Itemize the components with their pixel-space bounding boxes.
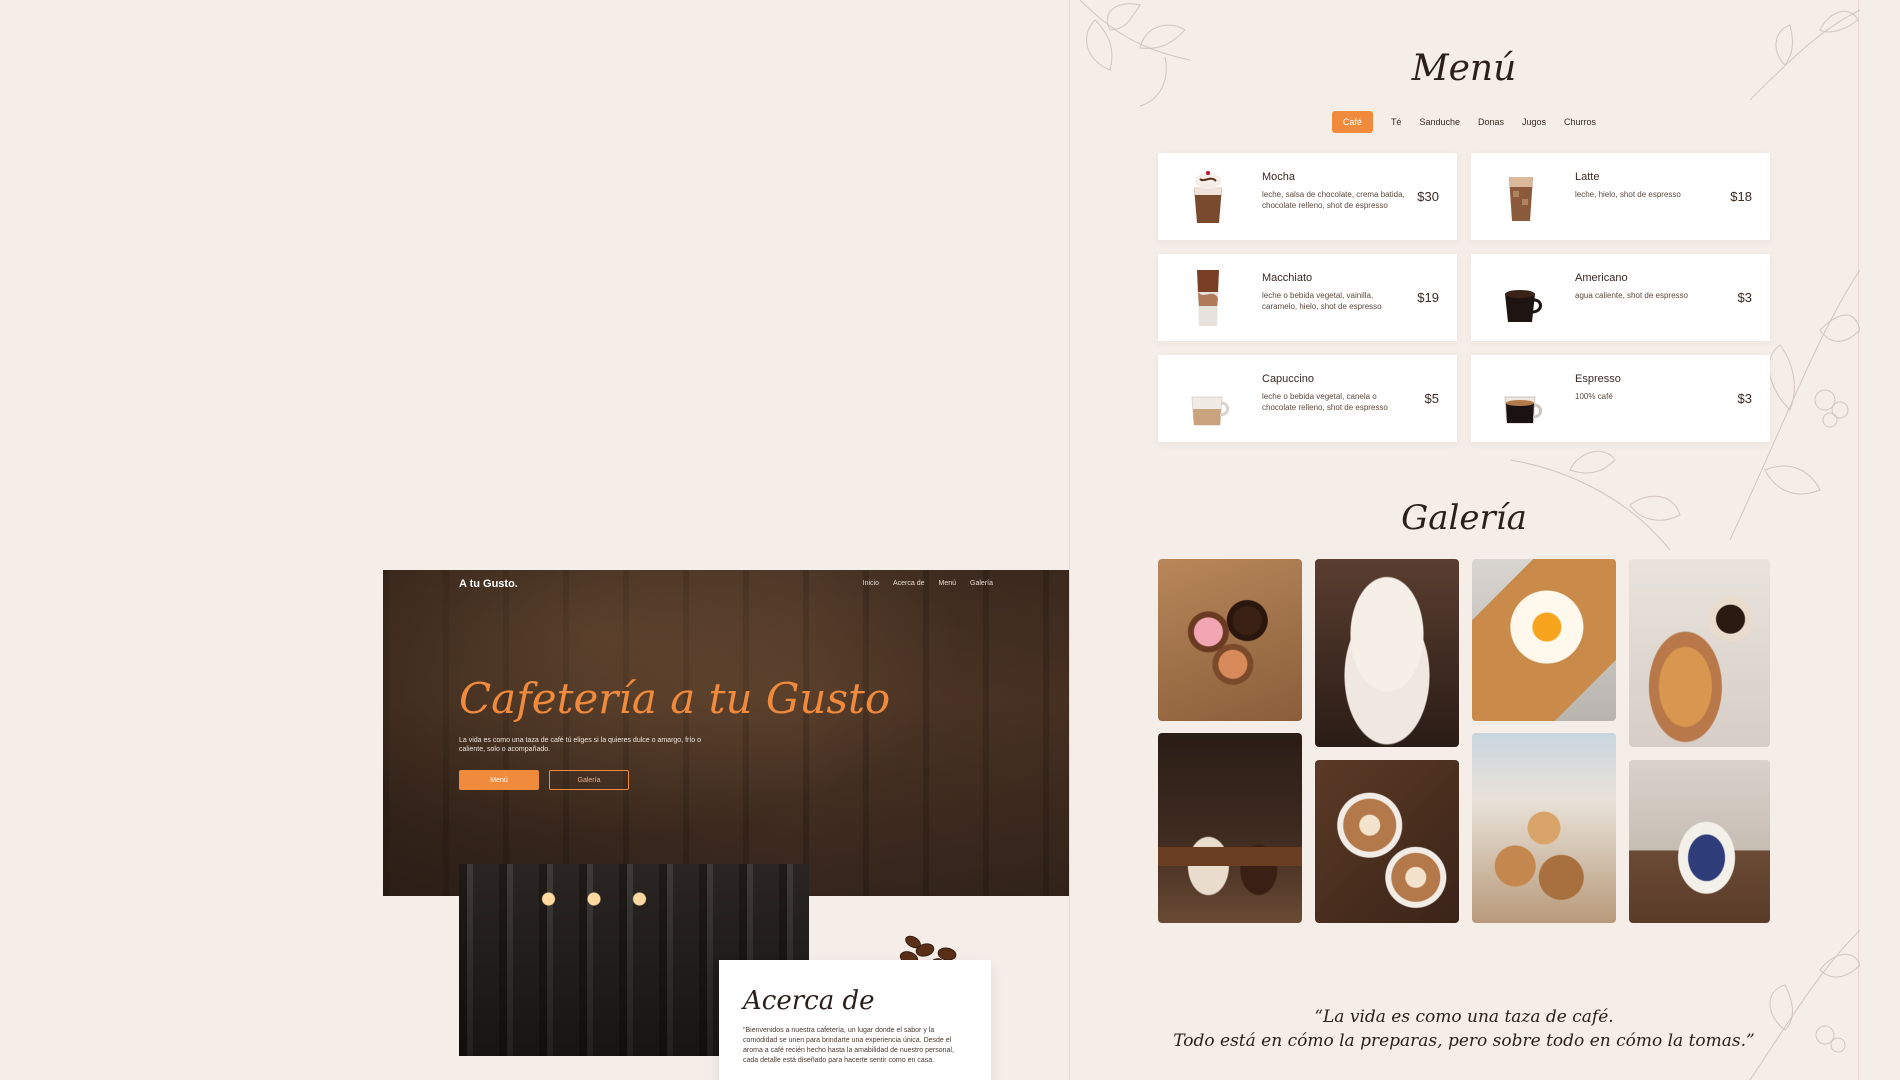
quote-line-1: “La vida es como una taza de café. xyxy=(1314,1007,1614,1027)
menu-gallery-page: Menú Café Té Sanduche Donas Jugos Churro… xyxy=(1069,0,1860,1080)
latte-glass-icon xyxy=(1509,177,1533,221)
menu-item-card[interactable]: Mocha leche, salsa de chocolate, crema b… xyxy=(1158,153,1457,240)
croissant-coffee-photo[interactable] xyxy=(1629,559,1770,747)
menu-item-name: Americano xyxy=(1575,272,1628,284)
nav-link-acerca[interactable]: Acerca de xyxy=(893,580,925,587)
tab-te[interactable]: Té xyxy=(1391,111,1402,133)
brand-logo[interactable]: A tu Gusto. xyxy=(459,578,518,590)
hero-nav: Inicio Acerca de Menú Galería xyxy=(863,580,993,587)
tab-sanduche[interactable]: Sanduche xyxy=(1419,111,1460,133)
menu-item-desc: leche o bebida vegetal, canela o chocola… xyxy=(1262,392,1388,412)
menu-item-desc: agua caliente, shot de espresso xyxy=(1575,291,1688,300)
mocha-photo[interactable] xyxy=(1315,559,1459,747)
menu-item-name: Espresso xyxy=(1575,373,1621,385)
tab-donas[interactable]: Donas xyxy=(1478,111,1504,133)
leaf-decoration-icon xyxy=(1749,930,1860,1080)
menu-item-card[interactable]: Latte leche, hielo, shot de espresso $18 xyxy=(1471,153,1770,240)
menu-item-price: $5 xyxy=(1424,391,1439,406)
hero-gallery-button[interactable]: Galería xyxy=(549,770,629,790)
menu-item-name: Mocha xyxy=(1262,171,1296,183)
cappuccino-cup-icon xyxy=(1191,396,1230,426)
hero-title: Cafetería a tu Gusto xyxy=(459,674,891,723)
pour-latte-photo[interactable] xyxy=(1158,733,1302,923)
menu-item-price: $19 xyxy=(1417,290,1439,305)
hero-section: A tu Gusto. Inicio Acerca de Menú Galerí… xyxy=(383,570,1069,896)
nav-link-galeria[interactable]: Galería xyxy=(970,580,993,587)
menu-item-name: Capuccino xyxy=(1262,373,1314,385)
menu-item-desc: leche, hielo, shot de espresso xyxy=(1575,190,1681,199)
menu-item-card[interactable]: Capuccino leche o bebida vegetal, canela… xyxy=(1158,355,1457,442)
gallery-grid xyxy=(1158,559,1770,923)
quote-line-2: Todo está en cómo la preparas, pero sobr… xyxy=(1173,1030,1755,1051)
mocha-cup-icon xyxy=(1194,171,1222,223)
menu-item-price: $30 xyxy=(1417,189,1439,204)
about-title: Acerca de xyxy=(743,986,875,1016)
menu-item-price: $3 xyxy=(1737,290,1752,305)
menu-item-price: $3 xyxy=(1737,391,1752,406)
menu-item-desc: leche, salsa de chocolate, crema batida,… xyxy=(1262,190,1405,210)
menu-item-name: Latte xyxy=(1575,171,1600,183)
hero-text: La vida es como una taza de café tú elig… xyxy=(459,737,702,754)
menu-category-tabs: Café Té Sanduche Donas Jugos Churros xyxy=(1070,111,1858,133)
espresso-cup-icon xyxy=(1504,396,1543,424)
quote: “La vida es como una taza de café. Todo … xyxy=(1070,1006,1858,1054)
menu-item-card[interactable]: Americano agua caliente, shot de espress… xyxy=(1471,254,1770,341)
menu-item-price: $18 xyxy=(1730,189,1752,204)
landing-page-preview: A tu Gusto. Inicio Acerca de Menú Galerí… xyxy=(383,570,1069,1080)
menu-title: Menú xyxy=(1411,48,1517,89)
menu-item-name: Macchiato xyxy=(1262,272,1313,284)
pastries-photo[interactable] xyxy=(1472,733,1616,923)
tab-cafe[interactable]: Café xyxy=(1331,111,1373,133)
tab-jugos[interactable]: Jugos xyxy=(1522,111,1546,133)
tab-churros[interactable]: Churros xyxy=(1564,111,1596,133)
menu-item-card[interactable]: Espresso 100% café $3 xyxy=(1471,355,1770,442)
latte-art-photo[interactable] xyxy=(1315,760,1459,923)
nav-link-inicio[interactable]: Inicio xyxy=(863,580,879,587)
gallery-title: Galería xyxy=(1401,498,1527,538)
menu-item-desc: leche o bebida vegetal, vainilla, carame… xyxy=(1262,291,1382,311)
nav-link-menu[interactable]: Menú xyxy=(939,580,957,587)
menu-item-desc: 100% café xyxy=(1575,392,1613,401)
toast-egg-photo[interactable] xyxy=(1472,559,1616,721)
macchiato-glass-icon xyxy=(1197,270,1219,326)
about-card: Acerca de "Bienvenidos a nuestra cafeter… xyxy=(719,960,991,1080)
hero-menu-button[interactable]: Menú xyxy=(459,770,539,790)
about-text: "Bienvenidos a nuestra cafetería, un lug… xyxy=(743,1027,954,1065)
donuts-photo[interactable] xyxy=(1158,559,1302,721)
americano-cup-icon xyxy=(1505,290,1542,322)
menu-items-grid: Mocha leche, salsa de chocolate, crema b… xyxy=(1158,153,1770,442)
teacup-photo[interactable] xyxy=(1629,760,1770,923)
menu-item-card[interactable]: Macchiato leche o bebida vegetal, vainil… xyxy=(1158,254,1457,341)
